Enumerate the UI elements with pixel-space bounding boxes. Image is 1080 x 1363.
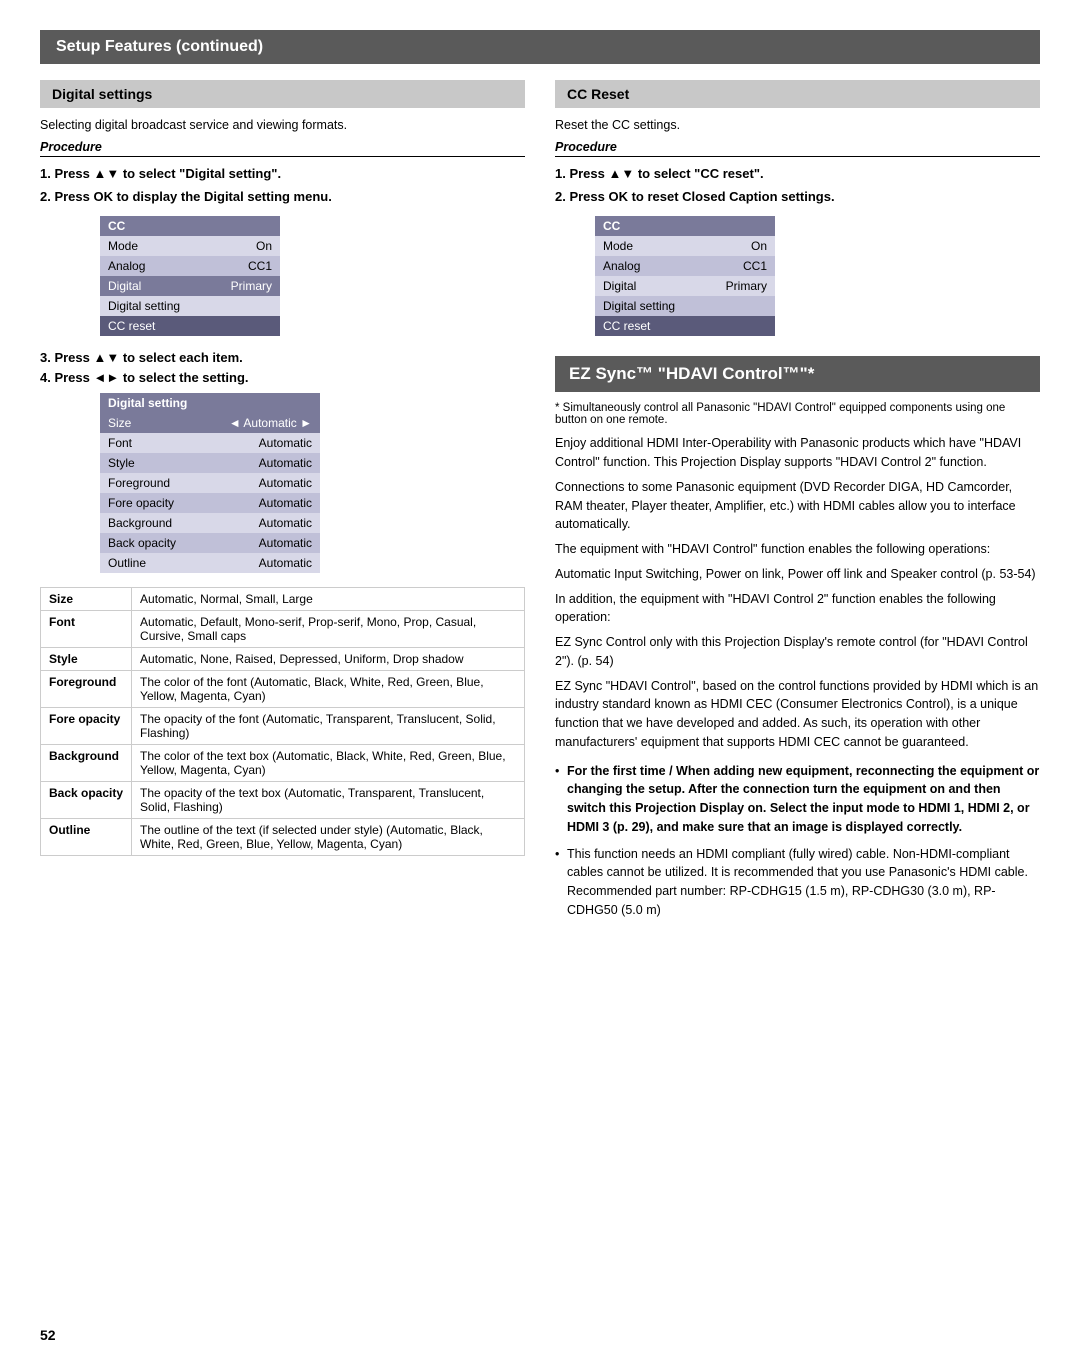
cc-reset-header: CC Reset: [555, 80, 1040, 108]
digital-step-2: 2. Press OK to display the Digital setti…: [40, 188, 525, 206]
ez-sync-body-3: The equipment with "HDAVI Control" funct…: [555, 540, 1040, 559]
bullet-item-2: This function needs an HDMI compliant (f…: [555, 845, 1040, 920]
ds-row-outline: Outline Automatic: [100, 553, 320, 573]
ez-sync-bullets: For the first time / When adding new equ…: [555, 762, 1040, 920]
two-column-layout: Digital settings Selecting digital broad…: [40, 80, 1040, 928]
cc-menu-header: CC: [100, 216, 280, 236]
cc-menu-row-analog: Analog CC1: [100, 256, 280, 276]
ds-row-foreground: Foreground Automatic: [100, 473, 320, 493]
desc-row-outline: Outline The outline of the text (if sele…: [41, 819, 525, 856]
ez-sync-body-5: In addition, the equipment with "HDAVI C…: [555, 590, 1040, 628]
ez-sync-body-7: EZ Sync "HDAVI Control", based on the co…: [555, 677, 1040, 752]
cc-reset-row-analog: Analog CC1: [595, 256, 775, 276]
ez-sync-body-6: EZ Sync Control only with this Projectio…: [555, 633, 1040, 671]
procedure-label-cc-reset: Procedure: [555, 140, 1040, 157]
cc-reset-row-mode: Mode On: [595, 236, 775, 256]
cc-reset-step-2: 2. Press OK to reset Closed Caption sett…: [555, 188, 1040, 206]
cc-reset-menu-header: CC: [595, 216, 775, 236]
digital-setting-menu-table: Digital setting Size ◄ Automatic ► Font …: [100, 393, 320, 573]
page: Setup Features (continued) Digital setti…: [0, 0, 1080, 1363]
description-table: Size Automatic, Normal, Small, Large Fon…: [40, 587, 525, 856]
cc-reset-steps: 1. Press ▲▼ to select "CC reset". 2. Pre…: [555, 165, 1040, 206]
cc-reset-row-digital-setting: Digital setting: [595, 296, 775, 316]
cc-reset-menu-container: CC Mode On Analog CC1 Digital Primary: [595, 216, 1040, 336]
desc-row-fore-opacity: Fore opacity The opacity of the font (Au…: [41, 708, 525, 745]
digital-step-3: 3. Press ▲▼ to select each item.: [40, 350, 525, 365]
ez-sync-footnote: * Simultaneously control all Panasonic "…: [555, 402, 1040, 426]
ds-row-font: Font Automatic: [100, 433, 320, 453]
ds-menu-header: Digital setting: [100, 393, 320, 413]
desc-row-back-opacity: Back opacity The opacity of the text box…: [41, 782, 525, 819]
cc-reset-desc: Reset the CC settings.: [555, 118, 1040, 132]
desc-row-style: Style Automatic, None, Raised, Depressed…: [41, 648, 525, 671]
cc-reset-row-digital: Digital Primary: [595, 276, 775, 296]
digital-settings-header: Digital settings: [40, 80, 525, 108]
ez-sync-body-1: Enjoy additional HDMI Inter-Operability …: [555, 434, 1040, 472]
right-column: CC Reset Reset the CC settings. Procedur…: [555, 80, 1040, 928]
page-number: 52: [40, 1327, 56, 1343]
desc-row-size: Size Automatic, Normal, Small, Large: [41, 588, 525, 611]
cc-menu-row-mode: Mode On: [100, 236, 280, 256]
digital-step-1: 1. Press ▲▼ to select "Digital setting".: [40, 165, 525, 183]
cc-menu-container: CC Mode On Analog CC1 Digital Primary: [100, 216, 525, 336]
desc-row-foreground: Foreground The color of the font (Automa…: [41, 671, 525, 708]
cc-menu-row-cc-reset: CC reset: [100, 316, 280, 336]
left-column: Digital settings Selecting digital broad…: [40, 80, 525, 928]
ez-sync-header: EZ Sync™ "HDAVI Control™"*: [555, 356, 1040, 392]
digital-sub-steps: 3. Press ▲▼ to select each item. 4. Pres…: [40, 350, 525, 385]
setup-header-text: Setup Features (continued): [56, 38, 263, 55]
procedure-label-digital: Procedure: [40, 140, 525, 157]
cc-menu-row-digital-setting: Digital setting: [100, 296, 280, 316]
ds-row-fore-opacity: Fore opacity Automatic: [100, 493, 320, 513]
ds-row-background: Background Automatic: [100, 513, 320, 533]
digital-setting-menu-container: Digital setting Size ◄ Automatic ► Font …: [100, 393, 525, 573]
setup-header: Setup Features (continued): [40, 30, 1040, 64]
desc-row-font: Font Automatic, Default, Mono-serif, Pro…: [41, 611, 525, 648]
digital-steps: 1. Press ▲▼ to select "Digital setting".…: [40, 165, 525, 206]
cc-reset-row-cc-reset: CC reset: [595, 316, 775, 336]
ds-row-back-opacity: Back opacity Automatic: [100, 533, 320, 553]
cc-reset-menu-table: CC Mode On Analog CC1 Digital Primary: [595, 216, 775, 336]
desc-row-background: Background The color of the text box (Au…: [41, 745, 525, 782]
cc-reset-step-1: 1. Press ▲▼ to select "CC reset".: [555, 165, 1040, 183]
cc-menu-row-digital: Digital Primary: [100, 276, 280, 296]
ds-row-size: Size ◄ Automatic ►: [100, 413, 320, 433]
ds-row-style: Style Automatic: [100, 453, 320, 473]
digital-settings-desc: Selecting digital broadcast service and …: [40, 118, 525, 132]
ez-sync-body-4: Automatic Input Switching, Power on link…: [555, 565, 1040, 584]
digital-step-4: 4. Press ◄► to select the setting.: [40, 370, 525, 385]
ez-sync-body-2: Connections to some Panasonic equipment …: [555, 478, 1040, 534]
bullet-item-1: For the first time / When adding new equ…: [555, 762, 1040, 837]
cc-menu-table: CC Mode On Analog CC1 Digital Primary: [100, 216, 280, 336]
